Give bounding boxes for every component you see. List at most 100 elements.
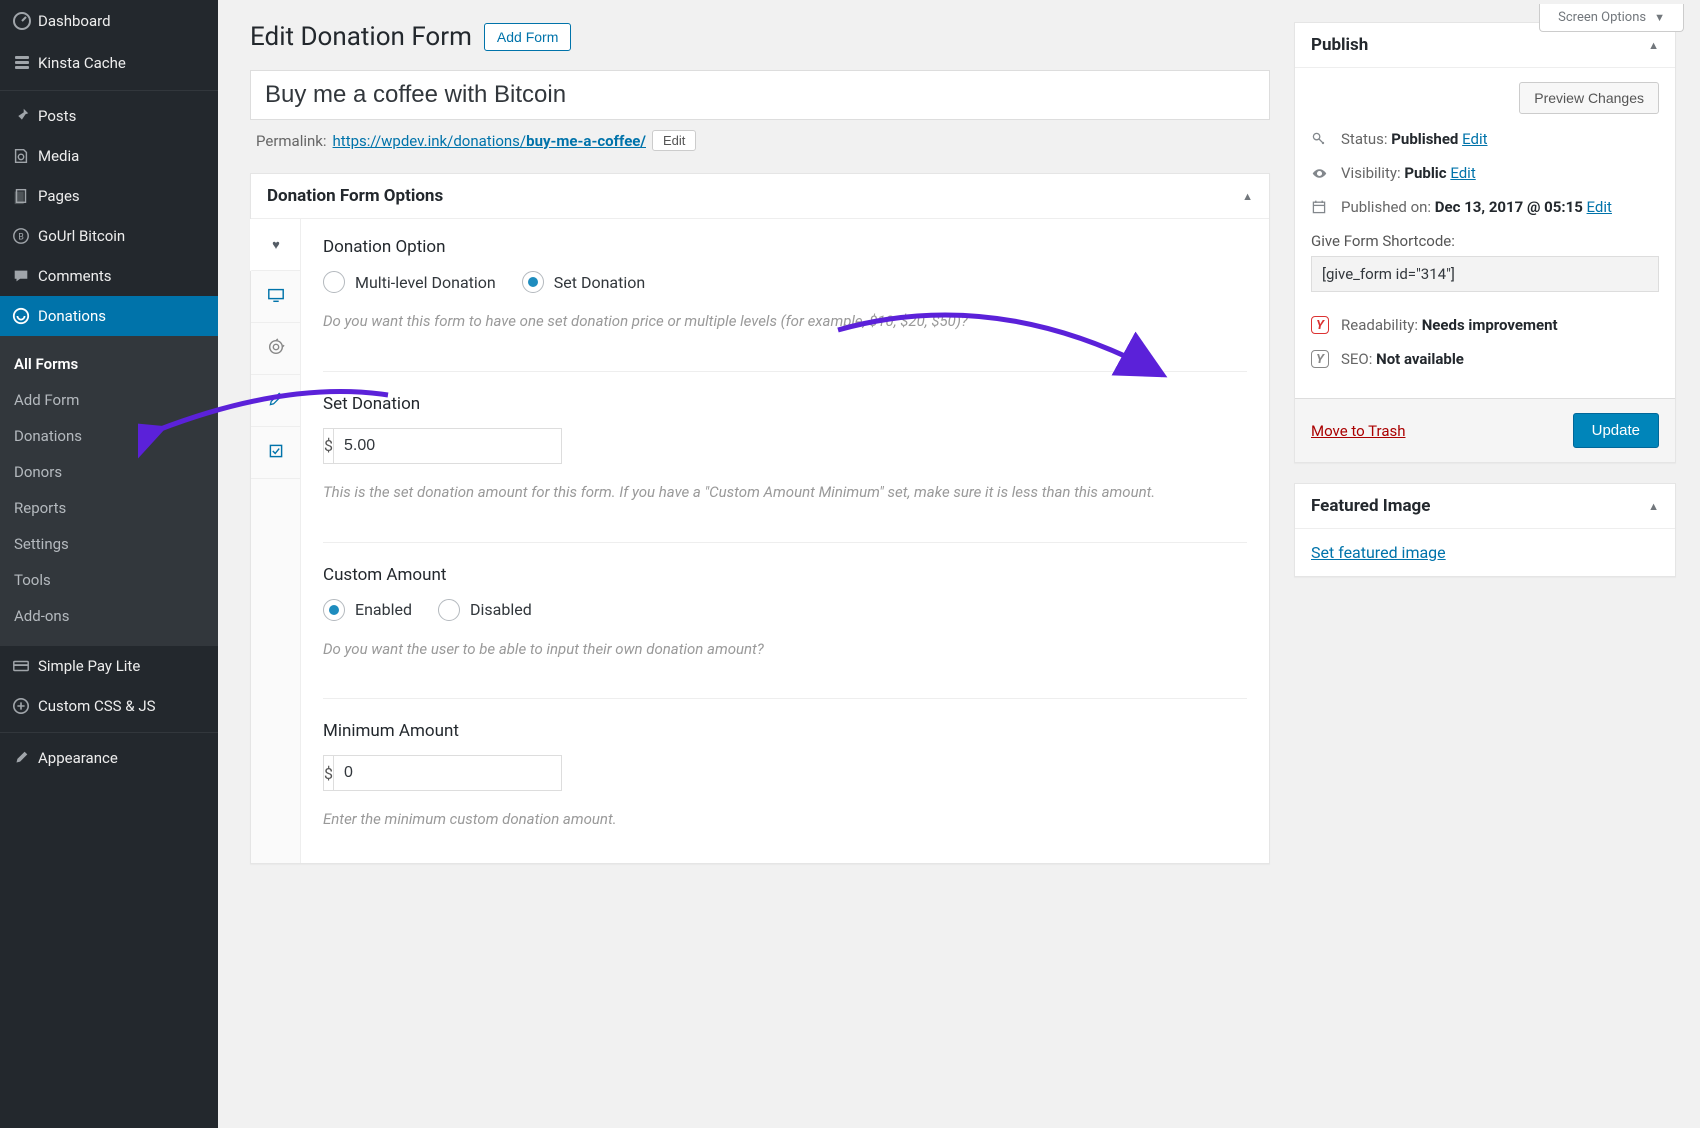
- edit-visibility-link[interactable]: Edit: [1450, 164, 1475, 182]
- radio-enabled[interactable]: Enabled: [323, 599, 412, 621]
- sidebar-item-simplepay[interactable]: Simple Pay Lite: [0, 646, 218, 686]
- database-icon: [12, 53, 38, 73]
- permalink-label: Permalink:: [256, 132, 327, 150]
- tab-terms[interactable]: [251, 427, 300, 479]
- sidebar-item-dashboard[interactable]: Dashboard: [0, 0, 218, 42]
- sidebar-item-appearance[interactable]: Appearance: [0, 732, 218, 778]
- readability-row: Y Readability: Needs improvement: [1311, 316, 1659, 334]
- sidebar-label: Appearance: [38, 749, 118, 767]
- plus-circle-icon: [12, 697, 38, 715]
- give-icon: [12, 307, 38, 325]
- check-square-icon: [268, 443, 284, 463]
- sidebar-item-comments[interactable]: Comments: [0, 256, 218, 296]
- radio-icon: [438, 599, 460, 621]
- radio-multi-level[interactable]: Multi-level Donation: [323, 271, 496, 293]
- radio-set-donation[interactable]: Set Donation: [522, 271, 645, 293]
- chevron-up-icon: ▲: [1648, 39, 1659, 52]
- eye-icon: [1311, 165, 1329, 182]
- field-hint: Do you want this form to have one set do…: [323, 311, 1247, 333]
- svg-text:B: B: [18, 233, 24, 243]
- page-title: Edit Donation Form: [250, 22, 472, 52]
- field-heading: Custom Amount: [323, 565, 1247, 585]
- currency-symbol: $: [323, 428, 333, 464]
- permalink-edit-button[interactable]: Edit: [652, 130, 696, 151]
- comment-icon: [12, 267, 38, 285]
- sidebar-item-pages[interactable]: Pages: [0, 176, 218, 216]
- featured-image-box: Featured Image ▲ Set featured image: [1294, 483, 1676, 577]
- sidebar-sub-addons[interactable]: Add-ons: [0, 598, 218, 634]
- sidebar-label: Dashboard: [38, 12, 111, 30]
- field-donation-option: Donation Option Multi-level Donation Set…: [323, 237, 1247, 341]
- chevron-down-icon: ▼: [1654, 11, 1665, 24]
- sidebar-label: Kinsta Cache: [38, 54, 126, 72]
- postbox-title: Publish: [1311, 35, 1368, 55]
- visibility-row: Visibility: Public Edit: [1311, 164, 1659, 182]
- main-content: Screen Options ▼ Edit Donation Form Add …: [218, 0, 1700, 1128]
- field-heading: Donation Option: [323, 237, 1247, 257]
- card-icon: [12, 657, 38, 675]
- tab-donation-options[interactable]: ♥: [250, 219, 300, 271]
- shortcode-value[interactable]: [give_form id="314"]: [1311, 256, 1659, 292]
- sidebar-sub-settings[interactable]: Settings: [0, 526, 218, 562]
- add-form-button[interactable]: Add Form: [484, 23, 571, 51]
- set-featured-image-link[interactable]: Set featured image: [1311, 543, 1446, 562]
- set-donation-input[interactable]: [333, 428, 562, 464]
- yoast-icon: Y: [1311, 316, 1329, 334]
- pin-icon: [12, 107, 38, 125]
- field-heading: Set Donation: [323, 394, 1247, 414]
- sidebar-label: Media: [38, 147, 79, 165]
- sidebar-label: Comments: [38, 267, 112, 285]
- sidebar-item-media[interactable]: Media: [0, 136, 218, 176]
- sidebar-sub-tools[interactable]: Tools: [0, 562, 218, 598]
- key-icon: [1311, 131, 1329, 147]
- sidebar-label: Custom CSS & JS: [38, 697, 156, 715]
- gauge-icon: [12, 11, 38, 31]
- sidebar-label: Donations: [38, 307, 106, 325]
- sidebar-item-kinsta[interactable]: Kinsta Cache: [0, 42, 218, 84]
- brush-icon: [12, 749, 38, 767]
- tab-display[interactable]: [251, 271, 300, 323]
- sidebar-item-gourl[interactable]: B GoUrl Bitcoin: [0, 216, 218, 256]
- sidebar-sub-all-forms[interactable]: All Forms: [0, 346, 218, 382]
- sidebar-item-customcss[interactable]: Custom CSS & JS: [0, 686, 218, 726]
- published-row: Published on: Dec 13, 2017 @ 05:15 Edit: [1311, 198, 1659, 216]
- calendar-icon: [1311, 199, 1329, 215]
- sidebar-sub-reports[interactable]: Reports: [0, 490, 218, 526]
- radio-disabled[interactable]: Disabled: [438, 599, 532, 621]
- currency-symbol: $: [323, 755, 333, 791]
- admin-sidebar: Dashboard Kinsta Cache Posts Media Pages…: [0, 0, 218, 1128]
- sidebar-submenu: All Forms Add Form Donations Donors Repo…: [0, 336, 218, 646]
- edit-status-link[interactable]: Edit: [1462, 130, 1487, 148]
- edit-date-link[interactable]: Edit: [1587, 198, 1612, 216]
- sidebar-sub-donations[interactable]: Donations: [0, 418, 218, 454]
- tab-content[interactable]: [251, 375, 300, 427]
- screen-options-label: Screen Options: [1558, 10, 1646, 25]
- postbox-toggle[interactable]: Featured Image ▲: [1295, 484, 1675, 529]
- sidebar-label: GoUrl Bitcoin: [38, 227, 125, 245]
- move-to-trash-link[interactable]: Move to Trash: [1311, 422, 1405, 440]
- heart-icon: ♥: [272, 237, 280, 253]
- sidebar-label: Posts: [38, 107, 76, 125]
- sidebar-item-posts[interactable]: Posts: [0, 90, 218, 136]
- form-title-input[interactable]: [250, 70, 1270, 120]
- radio-checked-icon: [522, 271, 544, 293]
- preview-changes-button[interactable]: Preview Changes: [1519, 82, 1659, 114]
- pencil-icon: [268, 391, 284, 411]
- postbox-toggle[interactable]: Donation Form Options ▲: [251, 174, 1269, 219]
- sidebar-item-donations[interactable]: Donations: [0, 296, 218, 336]
- sidebar-label: Simple Pay Lite: [38, 657, 140, 675]
- yoast-icon: Y: [1311, 350, 1329, 368]
- update-button[interactable]: Update: [1573, 413, 1659, 448]
- status-row: Status: Published Edit: [1311, 130, 1659, 148]
- permalink-link[interactable]: https://wpdev.ink/donations/buy-me-a-cof…: [333, 132, 646, 150]
- media-icon: [12, 147, 38, 165]
- bitcoin-icon: B: [12, 227, 38, 245]
- seo-row: Y SEO: Not available: [1311, 350, 1659, 368]
- sidebar-sub-donors[interactable]: Donors: [0, 454, 218, 490]
- screen-options-button[interactable]: Screen Options ▼: [1539, 4, 1684, 32]
- tab-goal[interactable]: [251, 323, 300, 375]
- sidebar-sub-add-form[interactable]: Add Form: [0, 382, 218, 418]
- minimum-amount-input[interactable]: [333, 755, 562, 791]
- radio-icon: [323, 271, 345, 293]
- field-hint: Do you want the user to be able to input…: [323, 639, 1247, 661]
